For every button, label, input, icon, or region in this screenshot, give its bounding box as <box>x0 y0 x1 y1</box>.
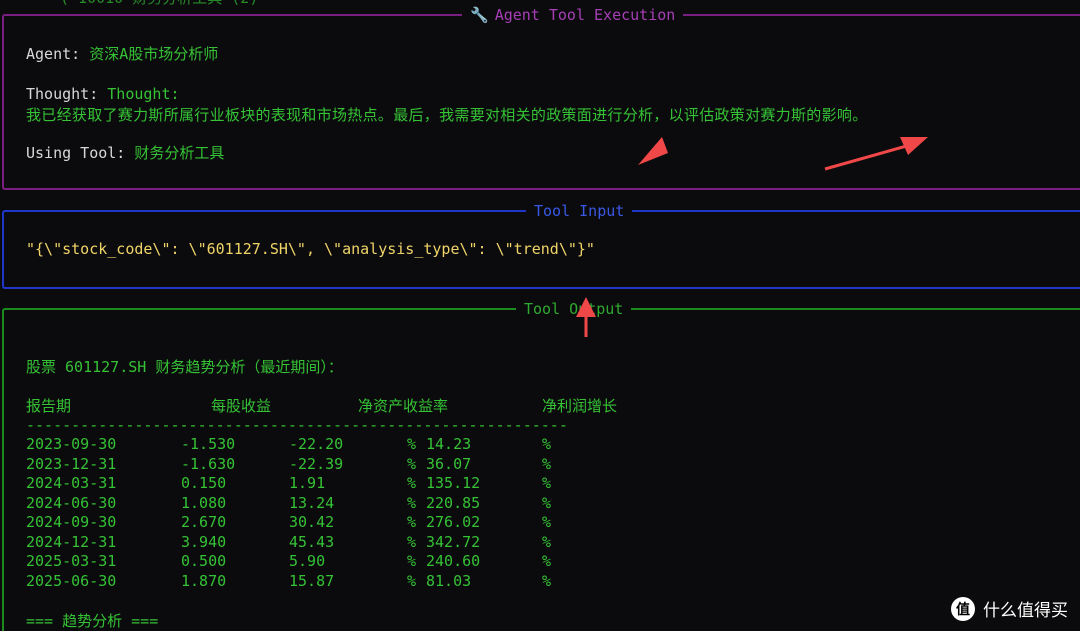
cell-growth: 36.07 <box>426 454 472 473</box>
cell-growth: 342.72 <box>426 532 481 551</box>
cell-date: 2023-09-30 <box>26 435 117 453</box>
cell-roe: 1.91 <box>289 474 326 492</box>
cell-eps: 2.670 <box>181 513 227 531</box>
using-tool-row: Using Tool: 财务分析工具 <box>26 143 224 163</box>
cell-eps: 0.150 <box>181 474 227 492</box>
cell-growth-percent: % <box>542 454 552 473</box>
using-tool-label: Using Tool: <box>26 144 126 162</box>
cell-roe: 15.87 <box>289 571 335 590</box>
cell-growth: 276.02 <box>426 513 481 531</box>
cell-roe: 13.24 <box>289 493 335 512</box>
agent-value: 资深A股市场分析师 <box>89 45 219 63</box>
watermark: 值 什么值得买 <box>951 596 1068 621</box>
tool-input-json: "{\"stock_code\": \"601127.SH\", \"analy… <box>26 240 595 258</box>
agent-label: Agent: <box>26 45 81 63</box>
thought-label: Thought: <box>26 85 99 103</box>
column-header-eps: 每股收益 <box>211 397 272 415</box>
cell-eps: 1.870 <box>181 571 227 590</box>
thought-row: Thought: Thought: <box>26 84 180 104</box>
cell-growth-percent: % <box>542 493 552 512</box>
tool-input-panel: Tool Input "{\"stock_code\": \"601127.SH… <box>2 201 1080 289</box>
watermark-text: 什么值得买 <box>983 601 1068 621</box>
cell-roe-percent: % <box>407 552 417 570</box>
agent-panel-title-text: Agent Tool Execution <box>494 6 676 24</box>
cell-roe: 30.42 <box>289 513 335 531</box>
cell-growth: 135.12 <box>426 474 481 492</box>
annotation-arrow-3 <box>576 297 596 337</box>
cell-growth-percent: % <box>542 532 552 551</box>
cell-date: 2025-03-31 <box>26 552 117 570</box>
cell-roe-percent: % <box>407 454 417 473</box>
cell-roe-percent: % <box>407 571 417 590</box>
cell-growth-percent: % <box>542 552 552 570</box>
cell-roe: -22.39 <box>289 454 344 473</box>
cell-growth: 81.03 <box>426 571 472 590</box>
output-heading: 股票 601127.SH 财务趋势分析（最近期间）： <box>26 358 343 376</box>
cell-roe-percent: % <box>407 435 417 453</box>
cell-date: 2025-06-30 <box>26 571 117 590</box>
cell-roe: -22.20 <box>289 435 344 453</box>
wrench-icon: 🔧 <box>470 6 489 24</box>
cell-date: 2024-06-30 <box>26 493 117 512</box>
cell-eps: 3.940 <box>181 532 227 551</box>
cell-growth-percent: % <box>542 513 552 531</box>
tool-output-panel: Tool Output 股票 601127.SH 财务趋势分析（最近期间）： 报… <box>2 299 1080 631</box>
cell-growth-percent: % <box>542 571 552 590</box>
cell-date: 2024-12-31 <box>26 532 117 551</box>
cell-eps: 1.080 <box>181 493 227 512</box>
trend-analysis-footer: === 趋势分析 === <box>26 612 159 630</box>
cell-date: 2024-03-31 <box>26 474 117 492</box>
column-header-growth: 净利润增长 <box>542 397 618 415</box>
watermark-logo-icon: 值 <box>951 596 975 621</box>
cell-roe-percent: % <box>407 474 417 492</box>
agent-panel-title: 🔧 Agent Tool Execution <box>462 5 684 25</box>
using-tool-value: 财务分析工具 <box>134 144 225 162</box>
cell-roe-percent: % <box>407 532 417 551</box>
agent-row: Agent: 资深A股市场分析师 <box>26 44 218 64</box>
cell-roe-percent: % <box>407 493 417 512</box>
cell-growth: 220.85 <box>426 493 481 512</box>
annotation-arrow-1 <box>638 137 668 165</box>
thought-text: 我已经获取了赛力斯所属行业板块的表现和市场热点。最后，我需要对相关的政策面进行分… <box>26 106 868 124</box>
cell-growth-percent: % <box>542 474 552 492</box>
cell-growth-percent: % <box>542 435 552 453</box>
cell-roe: 5.90 <box>289 552 326 570</box>
cell-eps: 0.500 <box>181 552 227 570</box>
cell-date: 2023-12-31 <box>26 454 117 473</box>
top-cut-text: ( 10010 财务分析工具 (2) <box>60 0 258 8</box>
annotation-arrow-2 <box>824 137 928 171</box>
cell-roe: 45.43 <box>289 532 335 551</box>
cell-growth: 240.60 <box>426 552 481 570</box>
cell-eps: -1.630 <box>181 454 236 473</box>
cell-roe-percent: % <box>407 513 417 531</box>
column-header-date: 报告期 <box>26 397 72 415</box>
thought-value: Thought: <box>107 85 180 103</box>
cell-date: 2024-09-30 <box>26 513 117 531</box>
table-divider: ----------------------------------------… <box>26 416 568 434</box>
tool-input-title: Tool Input <box>526 201 633 221</box>
column-header-roe: 净资产收益率 <box>358 397 449 415</box>
cell-growth: 14.23 <box>426 435 472 453</box>
cell-eps: -1.530 <box>181 435 236 453</box>
